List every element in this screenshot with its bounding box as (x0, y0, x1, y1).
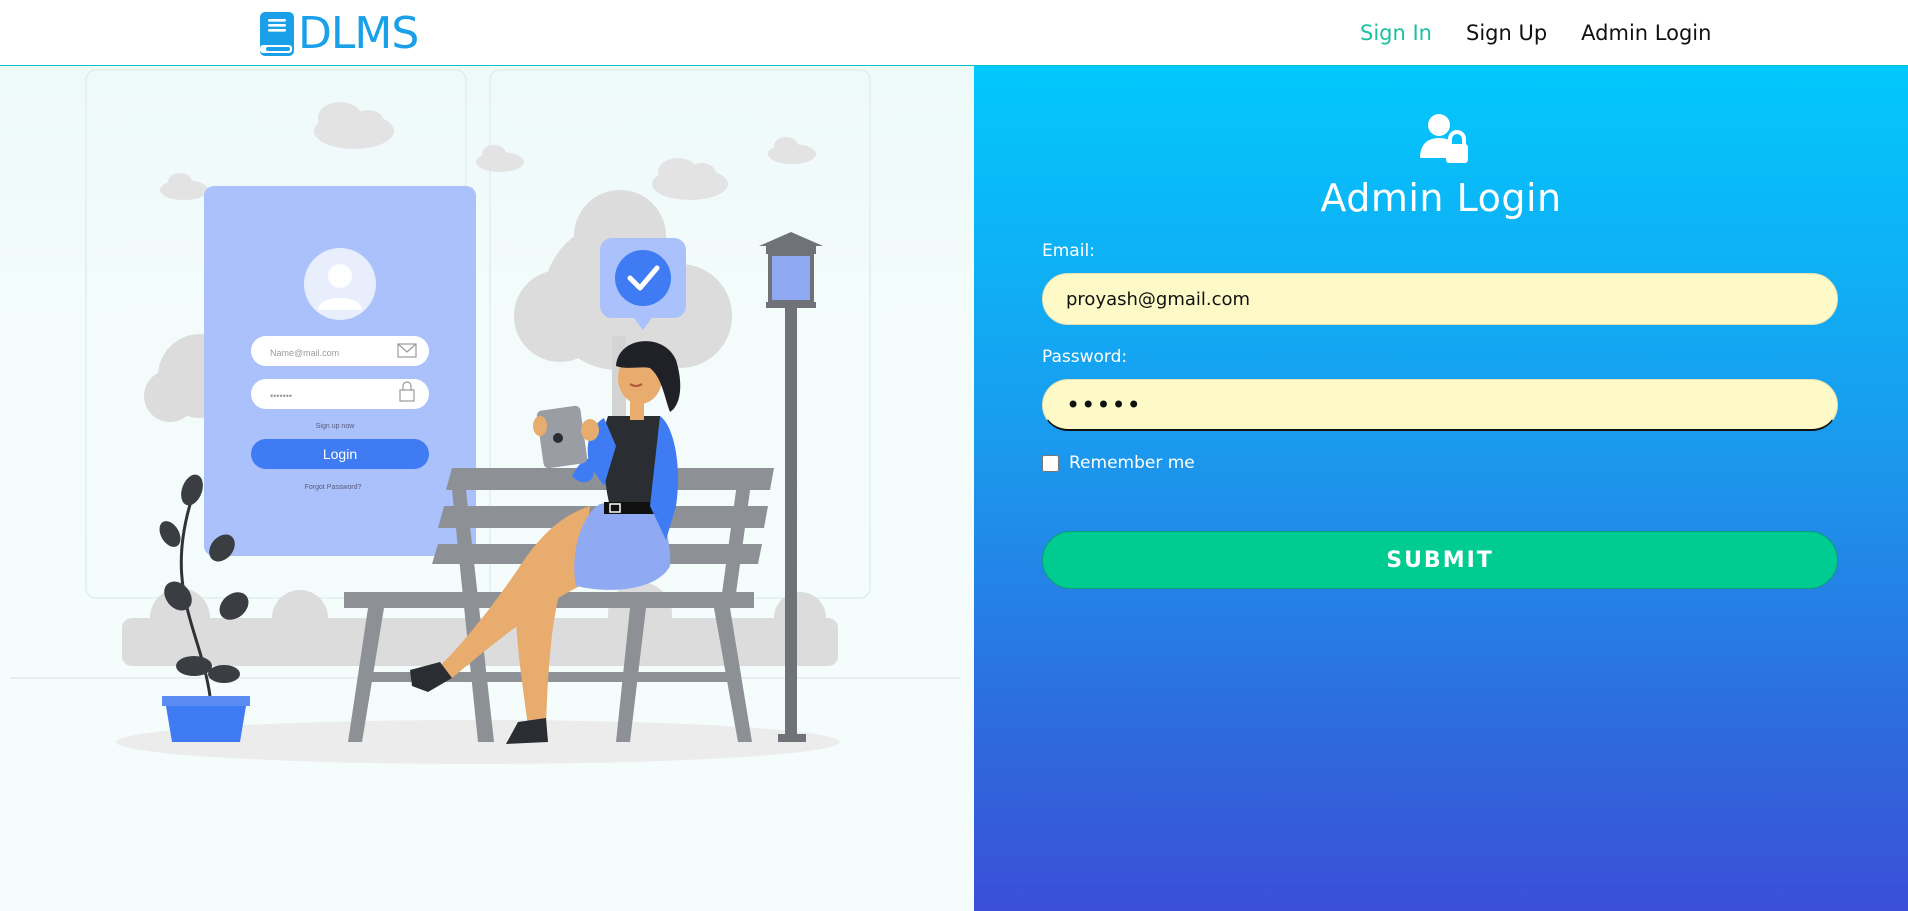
login-illustration: Name@mail.com ••••••• Sign up now Login … (10, 69, 960, 764)
top-navbar: DLMS Sign In Sign Up Admin Login (0, 0, 1908, 66)
clouds (160, 102, 816, 200)
nav-admin-login-link[interactable]: Admin Login (1581, 20, 1711, 46)
password-input[interactable] (1042, 379, 1838, 431)
card-forgot-link: Forgot Password? (305, 484, 362, 491)
nav-sign-in-link[interactable]: Sign In (1360, 20, 1432, 46)
card-signup-link: Sign up now (316, 423, 355, 430)
submit-button[interactable]: SUBMIT (1042, 531, 1838, 589)
card-email-placeholder: Name@mail.com (270, 348, 339, 358)
password-label: Password: (1042, 347, 1128, 367)
remember-me-row: Remember me (1042, 453, 1195, 473)
card-password-placeholder: ••••••• (270, 391, 292, 401)
admin-login-panel: Admin Login Email: Password: Remember me… (974, 66, 1908, 911)
email-label: Email: (1042, 241, 1095, 261)
nav-sign-up-link[interactable]: Sign Up (1466, 20, 1547, 46)
email-input[interactable] (1042, 273, 1838, 325)
brand-logo[interactable]: DLMS (258, 8, 419, 59)
checkmark-bubble (600, 238, 686, 330)
user-lock-icon (1420, 114, 1468, 163)
admin-login-title: Admin Login (1320, 176, 1562, 220)
illustration-login-card: Name@mail.com ••••••• Sign up now Login … (204, 186, 476, 556)
remember-me-checkbox[interactable] (1042, 454, 1059, 472)
illustration-panel: Name@mail.com ••••••• Sign up now Login … (0, 66, 974, 911)
remember-me-label: Remember me (1069, 453, 1195, 473)
nav-links: Sign In Sign Up Admin Login (1360, 20, 1711, 46)
card-login-button: Login (323, 446, 357, 462)
brand-name: DLMS (298, 8, 419, 59)
book-icon (260, 12, 294, 56)
